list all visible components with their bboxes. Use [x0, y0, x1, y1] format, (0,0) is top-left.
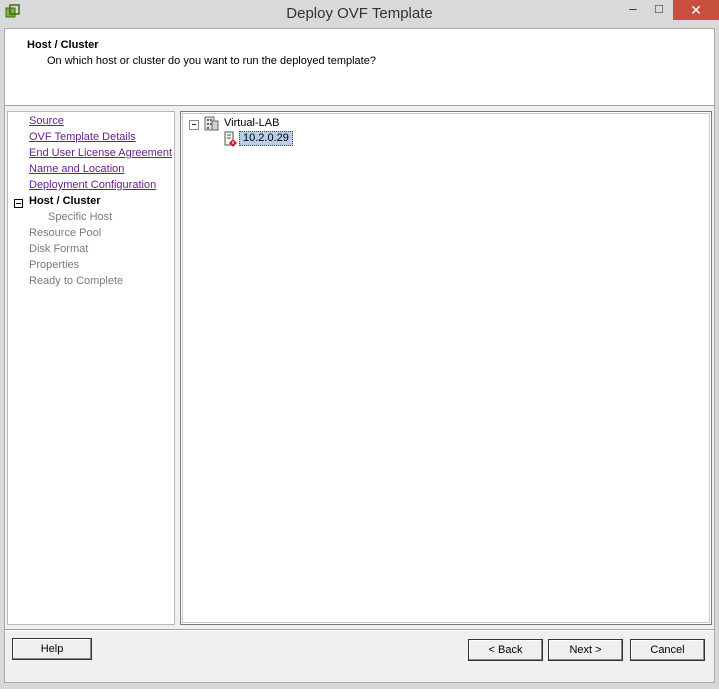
- back-button[interactable]: < Back: [468, 639, 543, 661]
- maximize-button[interactable]: □: [646, 0, 672, 20]
- host-warning-icon: [224, 131, 237, 147]
- page-title: Host / Cluster: [27, 39, 99, 51]
- host-tree-item[interactable]: 10.2.0.29: [239, 131, 293, 146]
- datacenter-icon: [204, 116, 219, 131]
- step-host-cluster: Host / Cluster: [29, 195, 101, 207]
- wizard-frame: Host / Cluster On which host or cluster …: [4, 28, 715, 683]
- step-deployment-configuration[interactable]: Deployment Configuration: [29, 179, 156, 191]
- host-tree-panel: Virtual-LAB 10.2.0.29: [180, 111, 712, 625]
- wizard-steps-panel: Source OVF Template Details End User Lic…: [7, 111, 175, 625]
- window-title: Deploy OVF Template: [286, 5, 433, 22]
- footer-divider: [5, 629, 714, 631]
- next-button[interactable]: Next >: [548, 639, 623, 661]
- collapse-step-icon: [14, 199, 23, 208]
- wizard-header: Host / Cluster On which host or cluster …: [5, 29, 714, 106]
- step-source[interactable]: Source: [29, 115, 64, 127]
- collapse-tree-node-icon[interactable]: [189, 120, 199, 130]
- host-tree: Virtual-LAB 10.2.0.29: [182, 113, 710, 623]
- help-button[interactable]: Help: [12, 638, 92, 660]
- minimize-button[interactable]: –: [620, 0, 646, 20]
- close-button[interactable]: ✕: [673, 0, 719, 20]
- cancel-button[interactable]: Cancel: [630, 639, 705, 661]
- step-disk-format: Disk Format: [29, 243, 89, 255]
- title-bar: Deploy OVF Template – □ ✕: [0, 0, 719, 28]
- step-ready-to-complete: Ready to Complete: [29, 275, 124, 287]
- step-properties: Properties: [29, 259, 80, 271]
- datacenter-label[interactable]: Virtual-LAB: [224, 117, 279, 129]
- step-eula[interactable]: End User License Agreement: [29, 147, 172, 159]
- step-name-and-location[interactable]: Name and Location: [29, 163, 124, 175]
- step-specific-host: Specific Host: [48, 211, 113, 223]
- step-resource-pool: Resource Pool: [29, 227, 102, 239]
- page-subtitle: On which host or cluster do you want to …: [47, 55, 376, 67]
- step-ovf-template-details[interactable]: OVF Template Details: [29, 131, 136, 143]
